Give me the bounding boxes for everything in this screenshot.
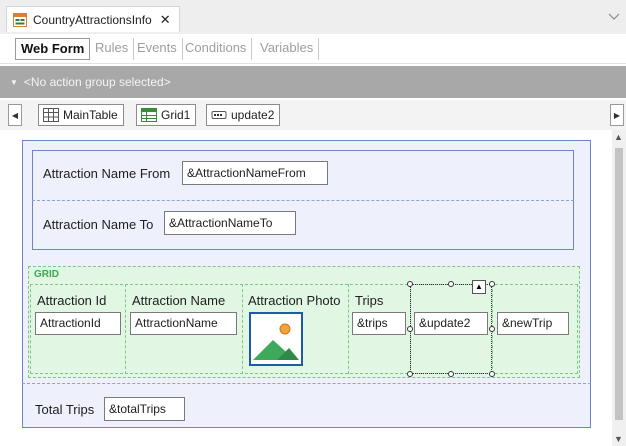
scrollbar-thumb[interactable] xyxy=(615,148,623,420)
breadcrumb-item-maintable[interactable]: MainTable xyxy=(38,104,124,126)
grid-icon xyxy=(141,108,157,122)
tab-events[interactable]: Events xyxy=(132,38,183,60)
attraction-id-field[interactable]: AttractionId xyxy=(35,312,121,335)
close-icon[interactable]: ✕ xyxy=(160,12,171,28)
table-icon xyxy=(43,108,59,122)
breadcrumb-label: MainTable xyxy=(63,108,118,122)
scroll-right-icon[interactable]: ▶ xyxy=(610,104,624,126)
tab-variables[interactable]: Variables xyxy=(255,38,320,60)
breadcrumb-label: update2 xyxy=(231,108,275,122)
scroll-down-icon[interactable]: ▼ xyxy=(614,434,623,444)
chevron-down-icon[interactable] xyxy=(608,8,620,24)
tab-web-form[interactable]: Web Form xyxy=(15,38,91,60)
attraction-name-to-label: Attraction Name To xyxy=(43,217,154,232)
grid-header-attraction-id: Attraction Id xyxy=(37,293,107,308)
resize-handle[interactable] xyxy=(407,281,413,287)
vertical-scrollbar[interactable]: ▲ ▼ xyxy=(612,130,626,446)
scroll-left-icon[interactable]: ◀ xyxy=(8,104,22,126)
resize-handle[interactable] xyxy=(407,326,413,332)
grid-header-trips: Trips xyxy=(355,293,384,308)
resize-handle[interactable] xyxy=(448,281,454,287)
resize-handle[interactable] xyxy=(489,326,495,332)
resize-handle[interactable] xyxy=(407,371,413,377)
editor-tabs: Web Form Rules Events Conditions Variabl… xyxy=(0,34,626,64)
image-placeholder-icon xyxy=(253,323,299,360)
grid-caption: GRID xyxy=(34,269,59,280)
grid-header-attraction-photo: Attraction Photo xyxy=(248,293,341,308)
breadcrumb: ◀ MainTable Grid1 update2 ▶ xyxy=(0,100,626,130)
trips-field[interactable]: &trips xyxy=(352,312,406,335)
total-trips-label: Total Trips xyxy=(35,402,95,417)
total-trips-field[interactable]: &totalTrips xyxy=(104,397,185,421)
attraction-name-field[interactable]: AttractionName xyxy=(130,312,237,335)
grid-header-attraction-name: Attraction Name xyxy=(132,293,226,308)
new-trip-field[interactable]: &newTrip xyxy=(497,312,569,335)
grid-column-divider xyxy=(125,284,126,374)
resize-handle[interactable] xyxy=(489,371,495,377)
button-icon xyxy=(211,108,227,122)
grid-column-divider xyxy=(348,284,349,374)
breadcrumb-item-grid1[interactable]: Grid1 xyxy=(136,104,197,126)
update2-field[interactable]: &update2 xyxy=(414,312,488,335)
attraction-photo-image[interactable] xyxy=(249,312,303,366)
webform-icon xyxy=(13,12,27,27)
attraction-name-from-label: Attraction Name From xyxy=(43,166,171,181)
select-parent-arrow-icon[interactable]: ▲ xyxy=(472,280,486,294)
document-tab[interactable]: CountryAttractionsInfo ✕ xyxy=(6,6,180,32)
action-group-bar[interactable]: ▼ <No action group selected> xyxy=(0,66,626,98)
filter-row-divider xyxy=(32,200,574,201)
triangle-down-icon: ▼ xyxy=(10,77,18,87)
attraction-name-from-field[interactable]: &AttractionNameFrom xyxy=(182,161,328,185)
document-tab-title: CountryAttractionsInfo xyxy=(33,12,152,27)
breadcrumb-label: Grid1 xyxy=(161,108,191,122)
document-tab-strip: CountryAttractionsInfo ✕ xyxy=(0,0,626,34)
tab-rules[interactable]: Rules xyxy=(90,38,135,60)
action-group-label: <No action group selected> xyxy=(23,75,171,89)
breadcrumb-item-update2[interactable]: update2 xyxy=(206,104,281,126)
resize-handle[interactable] xyxy=(448,371,454,377)
scroll-up-icon[interactable]: ▲ xyxy=(614,132,623,142)
grid-column-divider xyxy=(242,284,243,374)
resize-handle[interactable] xyxy=(489,281,495,287)
attraction-name-to-field[interactable]: &AttractionNameTo xyxy=(164,211,296,235)
tab-conditions[interactable]: Conditions xyxy=(180,38,253,60)
